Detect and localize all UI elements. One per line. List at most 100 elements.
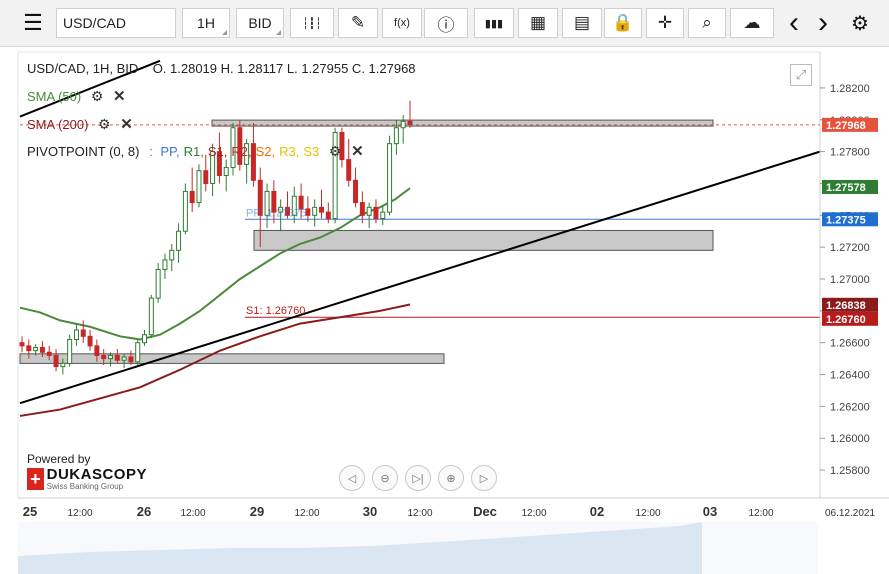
candle-body <box>196 170 202 204</box>
chevron-left-icon[interactable]: ‹ <box>780 6 808 39</box>
candle-body <box>67 339 73 364</box>
ohlc-readout: USD/CAD, 1H, BID O. 1.28019 H. 1.28117 L… <box>27 61 416 76</box>
cloud-upload-icon[interactable]: ☁ <box>730 8 774 38</box>
zoom-in-icon[interactable]: ⊕ <box>438 465 464 491</box>
price-tag-label: 1.26838 <box>826 300 866 312</box>
pivot-label: PIVOTPOINT (0, 8) <box>27 144 140 159</box>
news-icon[interactable]: ▤ <box>562 8 602 38</box>
candle-body <box>319 206 325 213</box>
candle-body <box>380 211 386 219</box>
candle-body <box>400 120 406 129</box>
candle-body <box>94 345 100 356</box>
pivot-legend: PIVOTPOINT (0, 8) : PP, R1, S1, R2, S2, R3, S3… <box>27 143 364 160</box>
candle-body <box>169 249 175 261</box>
crosshair-icon[interactable]: ✛ <box>646 8 684 38</box>
draw-pen-icon[interactable]: ✎ <box>338 8 378 38</box>
candle-body <box>407 120 413 126</box>
pivot-item-s2: S2, <box>255 144 276 159</box>
candle-body <box>26 345 32 352</box>
scroll-left-icon[interactable]: ◁ <box>339 465 365 491</box>
timeframe-select[interactable]: 1H <box>182 8 230 38</box>
candle-body <box>46 351 52 356</box>
expand-chart-icon[interactable]: ⤢ <box>790 64 812 86</box>
y-tick-label: 1.26600 <box>830 338 870 350</box>
lock-icon[interactable]: 🔒 <box>604 8 642 38</box>
reset-view-icon[interactable]: ▷| <box>405 465 431 491</box>
x-tick-label: 26 <box>137 504 151 519</box>
chart-toolbar: ☰ 1H BID ┆┇┆✎f(x)ⓘ▮▮▮▦▤🔒✛⌕☁ ‹ › ⚙ <box>0 0 889 47</box>
sma200-legend: SMA (200) ⚙ ✕ <box>27 115 133 133</box>
candle-body <box>353 179 359 204</box>
price-tag-label: 1.27968 <box>826 120 866 132</box>
pivot-item-r3: R3, <box>279 144 300 159</box>
candle-body <box>223 167 229 177</box>
candle-body <box>80 329 86 337</box>
y-tick-label: 1.26200 <box>830 401 870 413</box>
pivot-item-s1: S1, <box>207 144 228 159</box>
candle-body <box>121 356 127 361</box>
x-tick-label: 12:00 <box>180 508 205 519</box>
supply-demand-zone <box>211 119 714 127</box>
x-tick-label: 29 <box>250 504 264 519</box>
sma200-settings-gear-icon[interactable]: ⚙ <box>98 116 111 132</box>
candle-body <box>39 346 45 353</box>
candle-body <box>155 268 161 299</box>
price-tag-label: 1.27578 <box>826 182 866 194</box>
pp-line-label: PP: 1.27375 <box>246 207 307 219</box>
x-tick-label: 03 <box>703 504 717 519</box>
sma50-legend: SMA (50) ⚙ ✕ <box>27 87 126 105</box>
info-icon[interactable]: ⓘ <box>424 8 468 38</box>
brand-tagline: Swiss Banking Group <box>46 481 124 491</box>
candle-body <box>373 206 379 219</box>
candle-body <box>128 356 134 363</box>
candle-body <box>162 259 168 270</box>
y-tick-label: 1.27800 <box>830 147 870 159</box>
x-tick-label: 12:00 <box>635 508 660 519</box>
x-tick-label: 12:00 <box>521 508 546 519</box>
candle-body <box>393 127 399 145</box>
zoom-icon[interactable]: ⌕ <box>688 8 726 38</box>
brand-name: DUKASCOPY <box>46 465 147 483</box>
candle-body <box>182 190 188 232</box>
function-icon[interactable]: f(x) <box>382 8 422 38</box>
y-tick-label: 1.27200 <box>830 242 870 254</box>
trendline <box>19 150 821 405</box>
candle-body <box>114 354 120 361</box>
candle-body <box>148 297 154 336</box>
x-tick-label: 02 <box>590 504 604 519</box>
s1-line-label: S1: 1.26760 <box>246 305 305 317</box>
volume-bars-icon[interactable]: ▮▮▮ <box>474 8 514 38</box>
menu-icon[interactable]: ☰ <box>14 8 52 38</box>
candle-body <box>107 354 113 360</box>
price-side-select[interactable]: BID <box>236 8 284 38</box>
x-tick-label: Dec <box>473 504 497 519</box>
x-tick-label: 30 <box>363 504 377 519</box>
candle-body <box>325 211 331 219</box>
chevron-right-icon[interactable]: › <box>809 6 837 39</box>
sma200-remove-close-icon[interactable]: ✕ <box>120 116 133 133</box>
calendar-icon[interactable]: ▦ <box>518 8 558 38</box>
x-tick-label: 12:00 <box>748 508 773 519</box>
gear-icon[interactable]: ⚙ <box>846 8 874 38</box>
y-tick-label: 1.25800 <box>830 465 870 477</box>
sma50-remove-close-icon[interactable]: ✕ <box>113 88 126 105</box>
pivot-remove-close-icon[interactable]: ✕ <box>351 143 364 160</box>
candle-body <box>203 170 209 184</box>
y-tick-label: 1.26000 <box>830 433 870 445</box>
scroll-right-icon[interactable]: ▷ <box>471 465 497 491</box>
price-chart[interactable]: 1.282001.280001.278001.276001.274001.272… <box>0 46 889 574</box>
candle-body <box>359 202 365 216</box>
zoom-out-icon[interactable]: ⊖ <box>372 465 398 491</box>
symbol-input[interactable] <box>56 8 176 38</box>
y-tick-label: 1.28200 <box>830 83 870 95</box>
candle-type-icon[interactable]: ┆┇┆ <box>290 8 334 38</box>
candle-body <box>142 334 148 344</box>
y-tick-label: 1.27000 <box>830 274 870 286</box>
x-tick-label: 06.12.2021 <box>825 508 875 519</box>
dukascopy-logo: + DUKASCOPY Swiss Banking Group <box>27 466 147 492</box>
pivot-settings-gear-icon[interactable]: ⚙ <box>329 143 342 159</box>
sma50-settings-gear-icon[interactable]: ⚙ <box>91 88 104 104</box>
sma50-label: SMA (50) <box>27 89 82 104</box>
pivot-item-r2: R2, <box>231 144 252 159</box>
candle-body <box>53 354 59 368</box>
